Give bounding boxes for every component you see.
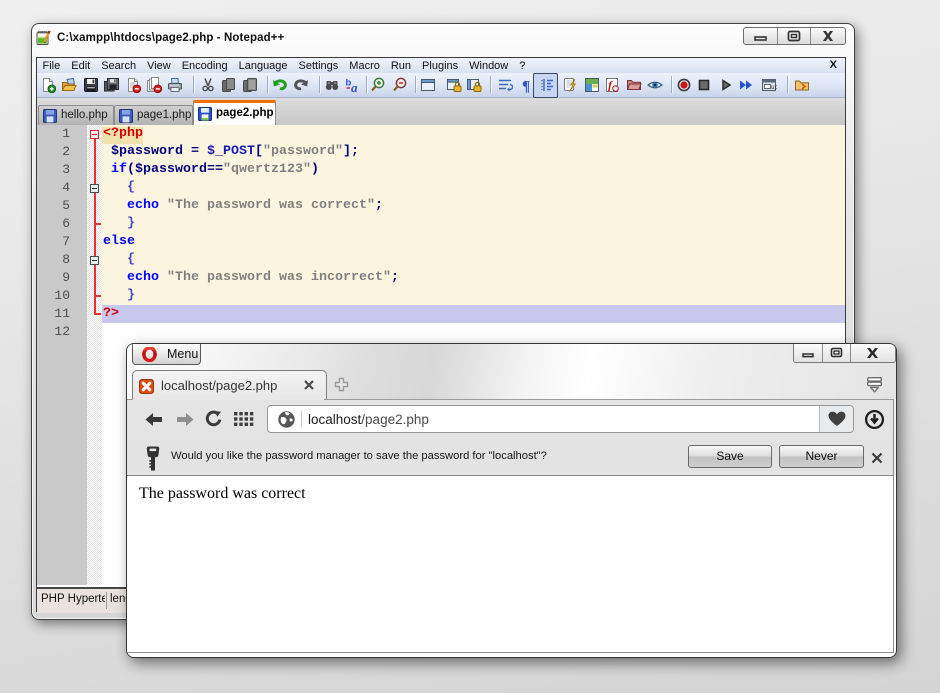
svg-text:uc: uc [771, 84, 777, 91]
svg-text:¶: ¶ [522, 79, 530, 94]
svg-text:a: a [351, 80, 358, 93]
